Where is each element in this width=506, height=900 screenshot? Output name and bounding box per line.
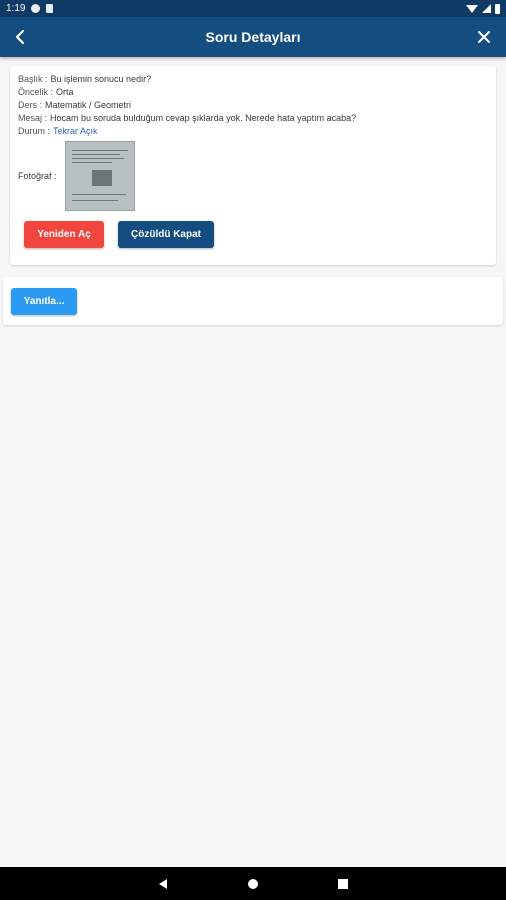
photo-row: Fotoğraf :	[18, 141, 135, 211]
reopen-button[interactable]: Yeniden Aç	[24, 221, 104, 248]
page-title: Soru Detayları	[205, 29, 301, 45]
detail-row-priority: Öncelik : Orta	[18, 86, 488, 99]
question-detail-card: Başlık : Bu işlemin sonucu nedir? Öncelik…	[10, 66, 496, 265]
photo-label: Fotoğraf :	[18, 171, 57, 181]
signal-icon	[482, 4, 491, 13]
status-link[interactable]: Tekrar Açık	[53, 126, 98, 136]
detail-value: Matematik / Geometri	[45, 100, 132, 110]
question-photo-thumbnail[interactable]	[64, 141, 135, 211]
nav-home-button[interactable]	[246, 877, 260, 891]
detail-row-message: Mesaj : Hocam bu soruda bulduğum cevap şı…	[18, 112, 488, 125]
reply-card: Yanıtla...	[3, 277, 503, 325]
reply-button[interactable]: Yanıtla...	[11, 288, 77, 315]
notification-icon	[31, 4, 41, 13]
back-button[interactable]	[6, 23, 34, 51]
chevron-left-icon	[15, 29, 25, 45]
nav-recents-button[interactable]	[336, 877, 350, 891]
system-nav-bar	[0, 867, 506, 900]
detail-row-title: Başlık : Bu işlemin sonucu nedir?	[18, 73, 488, 86]
status-bar: 1:19	[0, 0, 506, 17]
wifi-icon	[466, 4, 478, 13]
detail-value: Bu işlemin sonucu nedir?	[50, 74, 152, 84]
detail-value: Hocam bu soruda bulduğum cevap şıklarda …	[50, 113, 357, 123]
sim-icon	[46, 4, 54, 13]
detail-label: Ders :	[18, 100, 43, 110]
battery-icon	[495, 3, 500, 14]
detail-label: Başlık :	[18, 74, 48, 84]
close-icon	[478, 31, 490, 43]
detail-row-course: Ders : Matematik / Geometri	[18, 99, 488, 112]
status-time: 1:19	[6, 3, 26, 14]
app-bar: Soru Detayları	[0, 17, 506, 57]
solved-close-button[interactable]: Çözüldü Kapat	[118, 221, 214, 248]
triangle-back-icon	[159, 879, 167, 889]
detail-label: Mesaj :	[18, 113, 48, 123]
nav-back-button[interactable]	[156, 877, 170, 891]
detail-label: Durum :	[18, 126, 51, 136]
detail-label: Öncelik :	[18, 87, 54, 97]
close-button[interactable]	[470, 23, 498, 51]
circle-home-icon	[248, 879, 258, 889]
detail-value: Orta	[56, 87, 74, 97]
square-recents-icon	[338, 879, 348, 889]
detail-row-status: Durum : Tekrar Açık	[18, 125, 488, 138]
